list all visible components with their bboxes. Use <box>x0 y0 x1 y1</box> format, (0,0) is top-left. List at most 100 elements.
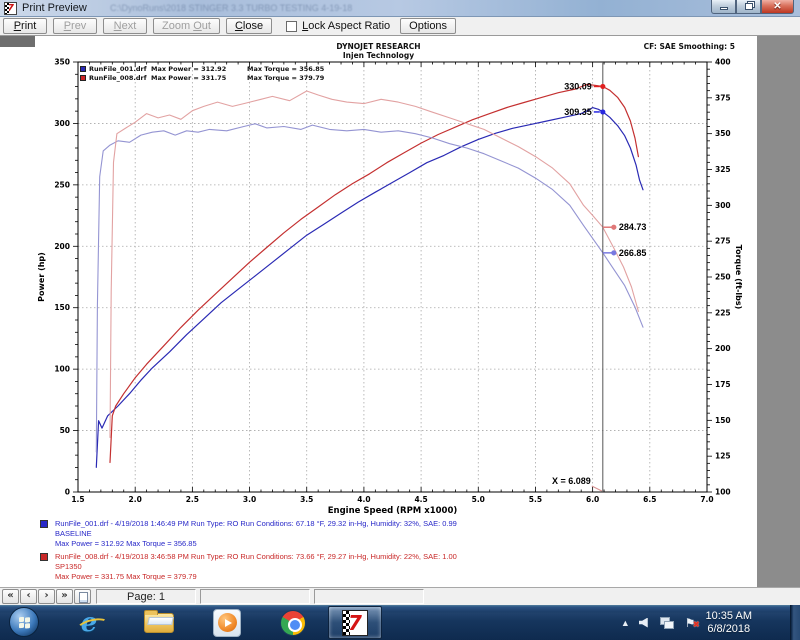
taskbar-item-internet-explorer[interactable]: e <box>62 606 116 639</box>
plot-frame <box>78 62 707 492</box>
series-curve <box>110 84 638 462</box>
hidden-icons-arrow[interactable]: ▲ <box>621 618 630 628</box>
svg-text:275: 275 <box>715 237 731 246</box>
options-button[interactable]: Options <box>400 18 456 34</box>
run-info-entry: RunFile_008.drf - 4/19/2018 3:46:58 PM R… <box>40 552 457 582</box>
legend-row: RunFile_001.drfMax Power = 312.92Max Tor… <box>80 65 324 74</box>
folder-icon <box>144 613 174 633</box>
axis-labels: 1.52.02.53.03.54.04.55.05.56.06.57.00501… <box>37 58 743 517</box>
internet-explorer-icon: e <box>81 610 98 636</box>
print-preview-window: 7 Print Preview C:\DynoRuns\2018 STINGER… <box>0 0 800 640</box>
run-info-line3: Max Power = 331.75 Max Torque = 379.79 <box>55 572 457 582</box>
svg-text:300: 300 <box>54 119 70 128</box>
next-button[interactable]: Next <box>103 18 147 34</box>
svg-text:350: 350 <box>715 129 731 138</box>
legend-max-power: Max Power = 331.75 <box>151 74 247 82</box>
action-center-flag-icon[interactable]: ⚑✖ <box>685 617 696 629</box>
status-panel <box>200 589 310 604</box>
lock-aspect-ratio-checkbox[interactable]: Lock Aspect Ratio <box>286 20 390 32</box>
legend-max-power: Max Power = 312.92 <box>151 65 247 73</box>
series-curve <box>96 124 643 452</box>
first-page-button[interactable]: « <box>2 589 19 604</box>
system-tray: ▲ ⚑✖ 10:35 AM 6/8/2018 <box>621 605 752 640</box>
svg-text:100: 100 <box>715 488 731 497</box>
close-button[interactable]: Close <box>226 18 272 34</box>
svg-text:284.73: 284.73 <box>619 222 647 232</box>
legend-max-torque: Max Torque = 356.85 <box>247 65 324 73</box>
restore-icon <box>745 3 753 10</box>
legend-file: RunFile_008.drf <box>89 74 151 82</box>
run-info-line1: RunFile_001.drf - 4/19/2018 1:46:49 PM R… <box>55 519 457 529</box>
run-info-block: RunFile_001.drf - 4/19/2018 1:46:49 PM R… <box>40 519 457 585</box>
windows-flag-icon <box>19 617 24 623</box>
statusbar: « ‹ › » Page: 1 <box>0 587 800 605</box>
lock-aspect-ratio-label: Lock Aspect Ratio <box>302 20 390 32</box>
svg-text:6.5: 6.5 <box>643 495 656 504</box>
taskbar-item-media-player[interactable] <box>200 606 254 639</box>
svg-text:266.85: 266.85 <box>619 248 647 258</box>
taskbar-item-chrome[interactable] <box>266 606 320 639</box>
legend-color-chip <box>80 75 86 81</box>
dyno-chart: 1.52.02.53.03.54.04.55.05.56.06.57.00501… <box>0 36 757 587</box>
series-curve <box>96 108 643 468</box>
chart-correction-label: CF: SAE Smoothing: 5 <box>644 42 735 51</box>
clock-time: 10:35 AM <box>706 610 752 623</box>
svg-text:5.0: 5.0 <box>472 495 485 504</box>
checkbox-box[interactable] <box>286 21 297 32</box>
status-panel <box>314 589 424 604</box>
series-curve <box>110 91 638 438</box>
y-axis-right-title: Torque (ft-lbs) <box>734 245 743 310</box>
titlebar-ghost-text: C:\DynoRuns\2018 STINGER 3.3 TURBO TESTI… <box>110 3 550 13</box>
clock[interactable]: 10:35 AM 6/8/2018 <box>706 610 752 636</box>
titlebar: 7 Print Preview C:\DynoRuns\2018 STINGER… <box>0 0 800 17</box>
chart-subtitle: Injen Technology <box>0 51 757 60</box>
start-button[interactable] <box>9 607 39 637</box>
x-axis-title: Engine Speed (RPM x1000) <box>328 506 458 516</box>
svg-text:4.5: 4.5 <box>414 495 427 504</box>
window-title: Print Preview <box>22 2 87 14</box>
svg-text:250: 250 <box>715 273 731 282</box>
network-icon[interactable] <box>660 617 673 628</box>
page-indicator: Page: 1 <box>96 589 196 604</box>
svg-text:4.0: 4.0 <box>357 495 370 504</box>
page-setup-button[interactable] <box>74 589 91 604</box>
svg-text:X = 6.089: X = 6.089 <box>552 476 591 486</box>
chart-legend: RunFile_001.drfMax Power = 312.92Max Tor… <box>80 65 324 83</box>
minimize-button[interactable] <box>711 0 736 14</box>
svg-text:150: 150 <box>54 303 70 312</box>
taskbar-item-dyno-app-active[interactable]: 7 <box>328 606 382 639</box>
svg-text:250: 250 <box>54 180 70 189</box>
svg-text:5.5: 5.5 <box>529 495 542 504</box>
svg-text:50: 50 <box>60 426 70 435</box>
run-info-line1: RunFile_008.drf - 4/19/2018 3:46:58 PM R… <box>55 552 457 562</box>
taskbar-item-file-explorer[interactable] <box>132 606 186 639</box>
action-center-error-badge: ✖ <box>693 619 700 631</box>
preview-page: DYNOJET RESEARCH Injen Technology CF: SA… <box>0 36 757 587</box>
close-window-button[interactable]: ✕ <box>761 0 794 14</box>
svg-text:150: 150 <box>715 416 731 425</box>
app-icon: 7 <box>4 2 17 15</box>
legend-color-chip <box>80 66 86 72</box>
print-button[interactable]: Print <box>3 18 47 34</box>
svg-text:2.0: 2.0 <box>129 495 142 504</box>
gridlines <box>78 62 707 492</box>
svg-text:309.35: 309.35 <box>564 107 592 117</box>
toolbar: Print Prev Next Zoom Out Close Lock Aspect Ra… <box>0 17 800 36</box>
prev-page-button[interactable]: ‹ <box>20 589 37 604</box>
run-color-chip <box>40 520 48 528</box>
legend-file: RunFile_001.drf <box>89 65 151 73</box>
svg-text:3.0: 3.0 <box>243 495 256 504</box>
restore-button[interactable] <box>736 0 761 14</box>
cursor: X = 6.089 <box>552 62 603 492</box>
svg-text:200: 200 <box>54 242 70 251</box>
svg-text:325: 325 <box>715 165 731 174</box>
svg-text:225: 225 <box>715 308 731 317</box>
svg-text:125: 125 <box>715 452 731 461</box>
prev-button[interactable]: Prev <box>53 18 97 34</box>
svg-text:330.09: 330.09 <box>564 81 592 91</box>
next-page-button[interactable]: › <box>38 589 55 604</box>
volume-icon[interactable] <box>639 618 648 628</box>
show-desktop-button[interactable] <box>790 605 800 640</box>
last-page-button[interactable]: » <box>56 589 73 604</box>
zoom-out-button[interactable]: Zoom Out <box>153 18 220 34</box>
